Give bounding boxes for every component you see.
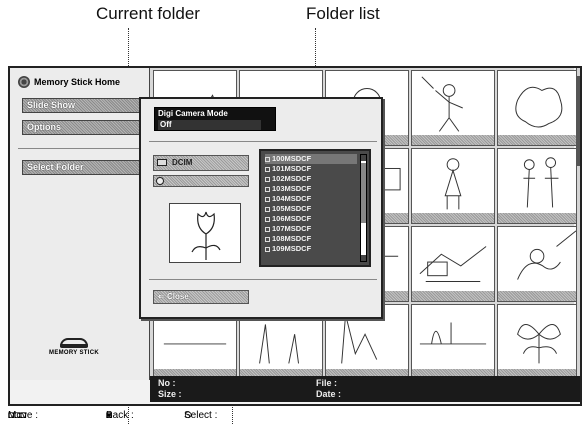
folder-list-item-label: 106MSDCF [272, 214, 312, 223]
back-button-icon: ◙ [106, 410, 113, 421]
folder-icon [265, 176, 270, 182]
thumbnail[interactable] [411, 70, 495, 146]
thumbnail-scroll-thumb[interactable] [577, 76, 580, 166]
close-button[interactable]: ⇐ Close [153, 290, 249, 304]
info-bar: No : Size : File : Date : [150, 376, 580, 402]
folder-icon [157, 159, 167, 166]
folder-preview-image [169, 203, 241, 263]
folder-icon [265, 166, 270, 172]
folder-icon [265, 196, 270, 202]
memory-stick-logo: MEMORY STICK [44, 338, 104, 356]
thumbnail[interactable] [497, 148, 580, 224]
memory-stick-logo-icon [60, 338, 88, 348]
folder-list-item[interactable]: 106MSDCF [265, 214, 357, 224]
info-size-label: Size : [158, 389, 182, 399]
preview-icon [156, 177, 164, 185]
folder-list-item[interactable]: 105MSDCF [265, 204, 357, 214]
digi-camera-mode-toggle[interactable]: Digi Camera Mode Off [154, 107, 276, 131]
select-folder-button[interactable]: Select Folder [22, 160, 140, 175]
scroll-down-icon[interactable] [361, 255, 366, 261]
select-folder-dialog: Digi Camera Mode Off DCIM 100MSDCF 101MSD… [139, 97, 383, 319]
folder-list-scroll-thumb[interactable] [361, 163, 366, 223]
folder-list-item-label: 105MSDCF [272, 204, 312, 213]
folder-icon [265, 236, 270, 242]
status-bar: Move : ◘◘◘ Back : ◙ Select : ⊙ [0, 408, 586, 424]
folder-icon [265, 206, 270, 212]
folder-list-item[interactable]: 101MSDCF [265, 164, 357, 174]
tv-screen: Memory Stick Home Slide Show Options Sel… [8, 66, 582, 406]
folder-list-scrollbar[interactable] [360, 154, 367, 262]
sidebar-divider [18, 148, 146, 149]
thumbnail[interactable] [411, 226, 495, 302]
folder-list-item-label: 108MSDCF [272, 234, 312, 243]
folder-icon [265, 226, 270, 232]
folder-icon [265, 156, 270, 162]
digi-camera-mode-label: Digi Camera Mode [158, 109, 228, 118]
folder-list-item-label: 104MSDCF [272, 194, 312, 203]
folder-list-item-label: 100MSDCF [272, 154, 312, 163]
dpad-icon: ◘◘◘ [8, 410, 27, 421]
digi-camera-mode-value: Off [158, 120, 261, 130]
memory-stick-home-icon [18, 76, 30, 88]
folder-list-item-label: 103MSDCF [272, 184, 312, 193]
slide-show-button[interactable]: Slide Show [22, 98, 140, 113]
thumbnail[interactable] [411, 148, 495, 224]
home-title[interactable]: Memory Stick Home [18, 76, 120, 88]
options-button[interactable]: Options [22, 120, 140, 135]
memory-stick-logo-text: MEMORY STICK [49, 350, 99, 356]
folder-list-item[interactable]: 104MSDCF [265, 194, 357, 204]
info-file-label: File : [316, 378, 338, 388]
folder-list-item[interactable]: 100MSDCF [265, 154, 357, 164]
folder-list[interactable]: 100MSDCF 101MSDCF 102MSDCF 103MSDCF 104MSDCF… [259, 149, 371, 267]
sidebar: Memory Stick Home Slide Show Options Sel… [10, 68, 150, 380]
info-date-label: Date : [316, 389, 342, 399]
dialog-divider-bottom [149, 279, 377, 280]
folder-list-item-label: 107MSDCF [272, 224, 312, 233]
folder-icon [265, 216, 270, 222]
folder-list-item[interactable]: 109MSDCF [265, 244, 357, 254]
folder-icon [265, 246, 270, 252]
select-button-icon: ⊙ [184, 410, 193, 421]
home-title-label: Memory Stick Home [34, 77, 121, 87]
folder-list-item-label: 102MSDCF [272, 174, 312, 183]
dialog-divider-top [149, 141, 377, 142]
thumbnail[interactable] [497, 70, 580, 146]
preview-header [153, 175, 249, 187]
info-no-label: No : [158, 378, 176, 388]
folder-list-item-label: 109MSDCF [272, 244, 312, 253]
scroll-up-icon[interactable] [361, 155, 366, 161]
folder-list-item-label: 101MSDCF [272, 164, 312, 173]
close-arrow-icon: ⇐ [158, 292, 167, 301]
folder-list-item[interactable]: 103MSDCF [265, 184, 357, 194]
folder-icon [265, 186, 270, 192]
callout-current-folder: Current folder [96, 4, 200, 23]
thumbnail[interactable] [497, 304, 580, 380]
current-folder-button[interactable]: DCIM [153, 155, 249, 171]
callout-folder-list: Folder list [306, 4, 380, 23]
folder-list-items: 100MSDCF 101MSDCF 102MSDCF 103MSDCF 104MSDCF… [265, 154, 357, 254]
folder-list-item[interactable]: 108MSDCF [265, 234, 357, 244]
current-folder-label: DCIM [172, 158, 193, 167]
thumbnail[interactable] [411, 304, 495, 380]
thumbnail-scrollbar[interactable] [576, 68, 580, 380]
thumbnail[interactable] [497, 226, 580, 302]
folder-list-item[interactable]: 107MSDCF [265, 224, 357, 234]
folder-list-item[interactable]: 102MSDCF [265, 174, 357, 184]
close-label: Close [166, 292, 189, 301]
